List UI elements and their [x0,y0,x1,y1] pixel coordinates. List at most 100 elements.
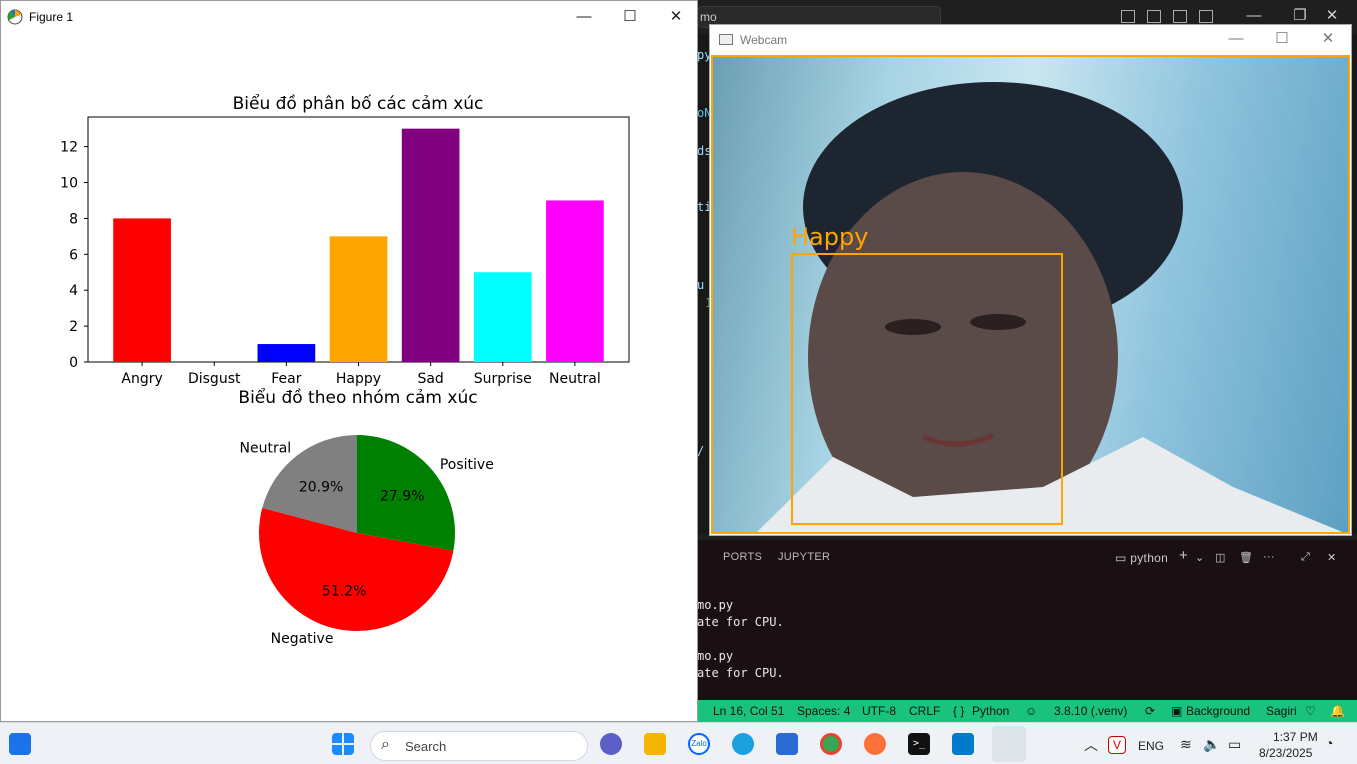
status-user[interactable]: Sagiri [1266,704,1297,718]
widgets-icon[interactable] [9,733,31,755]
terminal-selector[interactable]: ▭ python [1115,551,1168,565]
toggle-sidebar-icon[interactable] [1147,10,1161,23]
battery-icon[interactable]: ▭ [1228,736,1241,753]
file-explorer-icon[interactable] [644,733,666,755]
figure-titlebar[interactable]: Figure 1 — ☐ ✕ [1,1,697,33]
vscode-icon[interactable] [952,733,974,755]
store-icon[interactable] [776,733,798,755]
webcam-minimize-button[interactable]: — [1213,29,1259,49]
matplotlib-logo-icon [7,9,23,25]
language-indicator[interactable]: ENG [1138,739,1164,753]
speaker-icon[interactable]: 🔈 [1203,736,1220,753]
y-tick-label: 10 [60,176,78,192]
terminal-icon: ▭ [1115,551,1131,565]
bar [401,128,460,362]
emotion-label: Happy [791,223,869,251]
focus-icon[interactable]: ◔ [1325,735,1333,751]
meet-icon[interactable] [600,733,622,755]
background-icon: ▣ [1171,704,1183,718]
editor-text: / [697,444,705,458]
pie-chart-title: Biểu đồ theo nhóm cảm xúc [238,387,477,408]
y-tick-label: 8 [69,211,78,227]
maximize-button[interactable]: ☐ [607,7,653,27]
edge-icon[interactable] [732,733,754,755]
firefox-icon[interactable] [864,733,886,755]
more-actions-icon[interactable]: ··· [1263,551,1275,563]
taskbar-search[interactable]: ⌕ Search [370,731,588,761]
vscode-minimize-button[interactable]: — [1231,6,1277,26]
close-panel-icon[interactable]: ✕ [1327,551,1337,564]
bar-chart: 0 2 4 6 8 10 12 Angry Disgust Fear Happy Sad Surpris… [60,116,630,387]
x-tick-label: Neutral [549,371,601,387]
clock-date[interactable]: 8/23/2025 [1259,746,1312,760]
status-interpreter[interactable]: 3.8.10 (.venv) [1054,704,1127,718]
trash-icon[interactable]: 🗑 [1239,551,1253,564]
face-bounding-box [791,253,1063,525]
chrome-icon[interactable] [820,733,842,755]
pie-category-label: Negative [271,631,334,647]
bell-icon[interactable]: 🔔 [1330,704,1345,718]
status-background[interactable]: Background [1186,704,1250,718]
taskbar: ⌕ Search Zalo >_ ︿ V ENG ≋ 🔈 ▭ 1:37 PM 8… [0,722,1357,764]
matplotlib-taskbar-icon[interactable] [992,726,1026,762]
chevron-down-icon[interactable]: ⌄ [1195,551,1205,564]
layout-customize-icon[interactable] [1121,10,1135,23]
copilot-icon[interactable]: ☺ [1025,704,1037,718]
minimize-button[interactable]: — [561,7,607,27]
x-tick-label: Sad [417,371,443,387]
bar [257,344,316,362]
editor-text: u [697,278,705,292]
terminal-line: ate for CPU. [697,666,784,680]
toggle-secondary-sidebar-icon[interactable] [1199,10,1213,23]
status-language[interactable]: Python [972,704,1009,718]
close-button[interactable]: ✕ [653,7,699,27]
vscode-close-button[interactable]: ✕ [1309,6,1355,26]
terminal-line: mo.py [697,649,734,663]
status-cursor-position[interactable]: Ln 16, Col 51 [713,704,784,718]
clock-time[interactable]: 1:37 PM [1273,730,1318,744]
x-tick-label: Surprise [474,371,532,387]
bar-chart-title: Biểu đồ phân bố các cảm xúc [233,93,484,114]
tab-jupyter[interactable]: JUPYTER [778,551,830,563]
webcam-title: Webcam [740,33,788,47]
terminal-icon[interactable]: >_ [908,733,930,755]
terminal-line: mo.py [697,598,734,612]
vietkey-icon[interactable]: V [1108,736,1126,754]
zalo-icon[interactable]: Zalo [688,733,710,755]
status-bar: Ln 16, Col 51 Spaces: 4 UTF-8 CRLF { } P… [697,700,1357,722]
tab-ports[interactable]: PORTS [723,551,762,563]
status-eol[interactable]: CRLF [909,704,940,718]
wifi-icon[interactable]: ≋ [1180,736,1192,753]
webcam-window: Webcam — ☐ ✕ Happy [709,24,1352,536]
pie-percent-label: 51.2% [322,583,366,599]
terminal-name: python [1130,551,1169,565]
chevron-up-icon[interactable]: ︿ [1084,735,1098,755]
split-terminal-icon[interactable]: ◫ [1215,551,1226,564]
figure-canvas: Biểu đồ phân bố các cảm xúc 0 2 4 6 8 10 12 Ang… [60,93,630,647]
terminal-line: ate for CPU. [697,615,784,629]
figure-title: Figure 1 [29,10,74,24]
webcam-maximize-button[interactable]: ☐ [1259,29,1305,49]
toggle-panel-icon[interactable] [1173,10,1187,23]
pie-category-label: Positive [440,457,494,473]
webcam-close-button[interactable]: ✕ [1305,29,1351,49]
y-tick-label: 6 [69,247,78,263]
bar [113,218,171,362]
figure-window: Figure 1 — ☐ ✕ Biểu đồ phân bố các cảm x… [0,0,698,722]
webcam-titlebar[interactable]: Webcam — ☐ ✕ [710,25,1351,55]
status-encoding[interactable]: UTF-8 [862,704,896,718]
search-placeholder: Search [405,739,447,754]
sync-icon[interactable]: ⟳ [1145,704,1155,718]
braces-icon: { } [953,704,965,718]
webcam-app-icon [719,34,733,45]
status-indentation[interactable]: Spaces: 4 [797,704,850,718]
x-tick-label: Disgust [188,371,241,387]
new-terminal-icon[interactable]: + [1179,547,1188,564]
maximize-panel-icon[interactable]: ⤢ [1301,551,1310,564]
pie-percent-label: 20.9% [299,479,343,495]
pie-chart: 20.9% Neutral 51.2% Negative 27.9% Positive [240,435,494,647]
y-tick-label: 12 [60,140,78,156]
x-tick-label: Angry [121,371,162,387]
pie-percent-label: 27.9% [380,488,424,504]
start-icon[interactable] [332,733,354,755]
